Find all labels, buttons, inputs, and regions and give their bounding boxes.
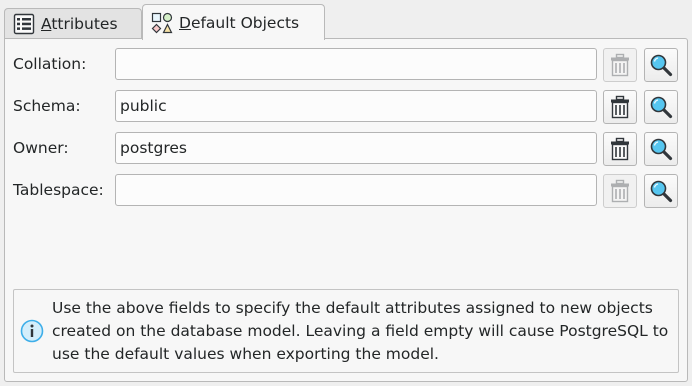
trash-icon <box>611 179 629 203</box>
trash-icon <box>611 95 629 119</box>
schema-field[interactable] <box>115 90 597 122</box>
schema-label: Schema: <box>13 97 81 115</box>
owner-label: Owner: <box>13 139 69 157</box>
magnifier-icon <box>650 96 673 119</box>
schema-row: Schema: <box>5 90 687 124</box>
collation-clear-button[interactable] <box>603 48 637 82</box>
attributes-list-icon <box>13 13 35 35</box>
magnifier-icon <box>650 180 673 203</box>
owner-find-button[interactable] <box>644 132 678 166</box>
tablespace-label: Tablespace: <box>13 181 104 199</box>
owner-clear-button[interactable] <box>603 132 637 166</box>
info-icon <box>20 319 44 343</box>
schema-clear-button[interactable] <box>603 90 637 124</box>
magnifier-icon <box>650 138 673 161</box>
tab-default-objects[interactable]: Default Objects <box>142 4 325 40</box>
collation-row: Collation: <box>5 48 687 82</box>
trash-icon <box>611 53 629 77</box>
trash-icon <box>611 137 629 161</box>
info-box: Use the above fields to specify the defa… <box>13 289 679 373</box>
collation-field[interactable] <box>115 48 597 80</box>
magnifier-icon <box>650 54 673 77</box>
schema-find-button[interactable] <box>644 90 678 124</box>
default-objects-icon <box>151 12 173 34</box>
tab-attributes[interactable]: Attributes <box>4 8 142 38</box>
tablespace-clear-button[interactable] <box>603 174 637 208</box>
collation-find-button[interactable] <box>644 48 678 82</box>
collation-label: Collation: <box>13 55 87 73</box>
tablespace-row: Tablespace: <box>5 174 687 208</box>
tablespace-field[interactable] <box>115 174 597 206</box>
owner-field[interactable] <box>115 132 597 164</box>
info-text: Use the above fields to specify the defa… <box>52 299 669 363</box>
tab-default-objects-label: Default Objects <box>179 13 300 32</box>
owner-row: Owner: <box>5 132 687 166</box>
tab-attributes-label: Attributes <box>41 14 118 33</box>
tablespace-find-button[interactable] <box>644 174 678 208</box>
default-objects-panel: Collation: Schema: public Owner: postgre… <box>4 38 688 382</box>
